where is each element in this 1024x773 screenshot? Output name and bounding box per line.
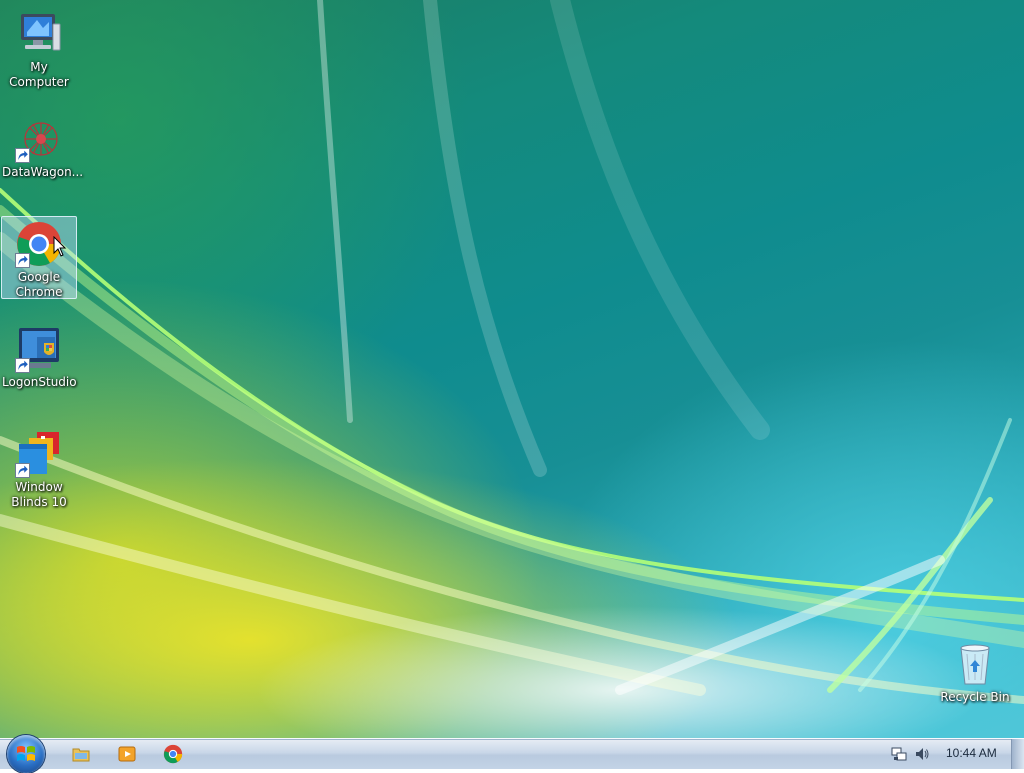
- show-desktop-button[interactable]: [1011, 739, 1024, 769]
- desktop-icon-datawagon[interactable]: DataWagon...: [1, 111, 84, 181]
- volume-icon: [916, 748, 929, 760]
- quick-launch-chrome[interactable]: [163, 744, 183, 764]
- media-player-icon: [118, 746, 136, 762]
- start-button[interactable]: [7, 735, 45, 773]
- windows-logo-icon: [17, 746, 35, 761]
- desktop-icon-label: Recycle Bin: [940, 690, 1010, 704]
- shortcut-arrow-icon: [15, 463, 30, 478]
- taskbar-clock[interactable]: 10:44 AM: [946, 746, 997, 760]
- desktop-icon-label: Google Chrome: [15, 270, 63, 299]
- tray-volume[interactable]: [914, 746, 930, 762]
- computer-icon: [15, 10, 63, 58]
- network-icon: [891, 747, 907, 761]
- shortcut-arrow-icon: [15, 148, 30, 163]
- desktop-icon-label: LogonStudio: [2, 375, 77, 389]
- quick-launch-explorer[interactable]: [71, 744, 91, 764]
- recycle-bin-icon: [951, 640, 999, 688]
- desktop-icon-label: DataWagon...: [2, 165, 84, 179]
- shortcut-arrow-icon: [15, 253, 30, 268]
- desktop-icon-label: Window Blinds 10: [11, 480, 67, 509]
- logonstudio-icon: [15, 325, 63, 373]
- datawagon-icon: [15, 115, 63, 163]
- windowblinds-icon: [15, 430, 63, 478]
- desktop-icon-windowblinds[interactable]: Window Blinds 10: [1, 426, 77, 511]
- quick-launch-media-player[interactable]: [117, 744, 137, 764]
- tray-network[interactable]: [891, 746, 907, 762]
- taskbar: 10:44 AM: [0, 735, 1024, 773]
- mouse-cursor-icon: [53, 236, 67, 257]
- desktop-icon-label: My Computer: [9, 60, 69, 89]
- desktop-icon-my-computer[interactable]: My Computer: [1, 6, 77, 91]
- chrome-icon: [163, 744, 183, 764]
- desktop-icon-recycle-bin[interactable]: Recycle Bin: [937, 636, 1013, 706]
- shortcut-arrow-icon: [15, 358, 30, 373]
- desktop[interactable]: My Computer DataWagon... Google Chrome L…: [0, 0, 1024, 738]
- wallpaper: [0, 0, 1024, 704]
- file-explorer-icon: [72, 748, 90, 762]
- desktop-icon-logonstudio[interactable]: LogonStudio: [1, 321, 77, 391]
